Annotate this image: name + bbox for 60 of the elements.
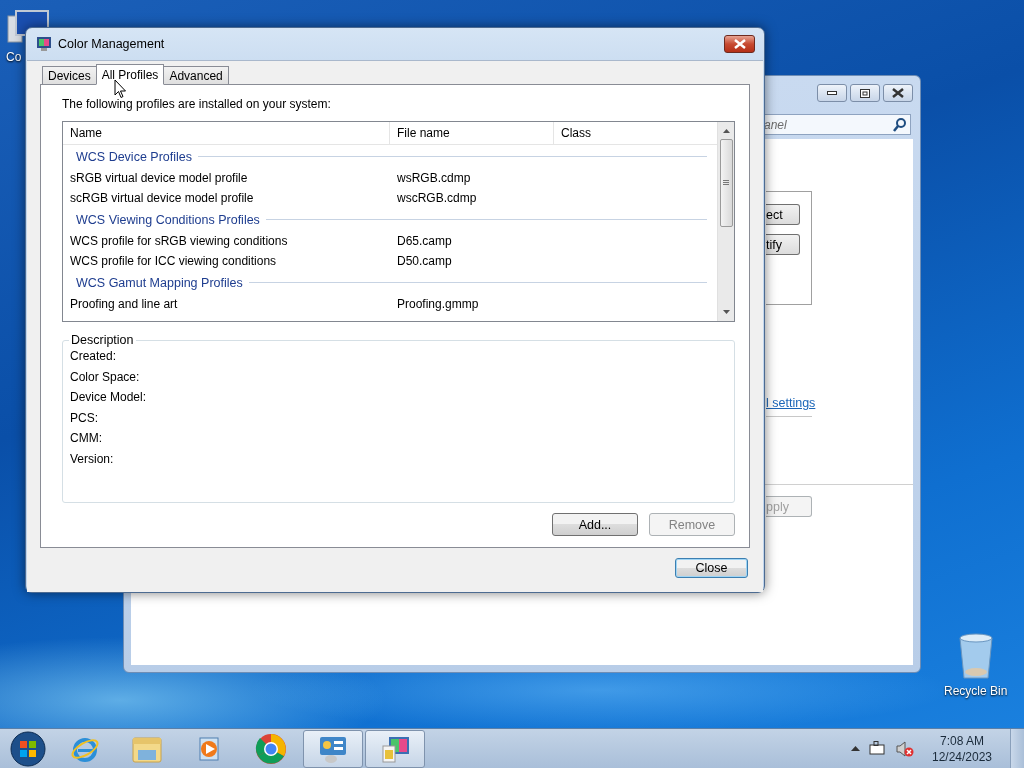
field-label: Color Space: — [70, 369, 141, 384]
scroll-down-icon — [722, 310, 730, 314]
dialog-button[interactable]: Add... — [552, 513, 638, 536]
taskbar-app-button[interactable] — [365, 729, 425, 768]
window-title: Color Management — [58, 37, 165, 51]
close-dialog-button[interactable]: Close — [675, 558, 748, 578]
start-button[interactable] — [9, 730, 46, 767]
tab[interactable]: Advanced — [163, 66, 229, 84]
group-title: Description — [70, 333, 135, 347]
field-label: Created: — [70, 349, 118, 363]
close-icon — [733, 39, 746, 49]
chrome-icon — [255, 732, 287, 765]
column-header[interactable]: Name — [63, 122, 390, 144]
panel-button[interactable]: ect — [766, 204, 800, 225]
file-name[interactable]: wscRGB.cdmp — [390, 191, 554, 205]
intro-text: The following profiles are installed on your system: — [62, 97, 332, 113]
profile-name[interactable]: WCS profile for sRGB viewing conditions — [63, 234, 390, 248]
minimize-icon — [827, 91, 837, 95]
search-placeholder: anel — [764, 117, 787, 132]
field-label: PCS: — [70, 410, 99, 425]
taskbar-app-button[interactable] — [303, 729, 363, 768]
scroll-up-icon — [722, 129, 730, 133]
file-name[interactable]: D50.camp — [390, 254, 554, 268]
file-name[interactable]: wsRGB.cdmp — [390, 171, 554, 185]
field-label: Version: — [70, 451, 115, 466]
scrollbar[interactable] — [717, 122, 734, 321]
maximize-button[interactable] — [850, 84, 880, 102]
search-field[interactable]: anel — [763, 114, 911, 135]
tab[interactable]: All Profiles — [95, 64, 165, 85]
grip-icon — [723, 180, 729, 186]
show-hidden-icons-icon[interactable] — [851, 746, 860, 751]
tab[interactable]: Devices — [42, 66, 97, 84]
profile-name[interactable]: Proofing and line art — [63, 297, 390, 311]
maximize-icon — [860, 88, 870, 98]
column-header[interactable]: File name — [390, 122, 554, 144]
field-label: Device Model: — [70, 390, 148, 405]
close-icon — [892, 88, 904, 98]
desktop-icon-label[interactable]: Recycle Bin — [944, 684, 1008, 698]
group-header: WCS Gamut Mapping Profiles — [76, 275, 243, 290]
minimize-button[interactable] — [817, 84, 847, 102]
muted-speaker-icon[interactable] — [896, 740, 914, 757]
field-label: CMM: — [70, 431, 103, 446]
clock-time: 7:08 AM — [940, 733, 984, 748]
group-header: WCS Device Profiles — [76, 149, 192, 164]
close-button[interactable] — [883, 84, 913, 102]
file-name[interactable]: D65.camp — [390, 234, 554, 248]
desktop-icon-label[interactable]: Co — [6, 50, 22, 64]
profile-name[interactable]: scRGB virtual device model profile — [63, 191, 390, 205]
profile-name[interactable]: WCS profile for ICC viewing conditions — [63, 254, 390, 268]
close-button[interactable] — [724, 35, 755, 53]
file-name[interactable]: Proofing.gmmp — [390, 297, 554, 311]
search-icon — [893, 117, 906, 132]
clock[interactable]: 7:08 AM 12/24/2023 — [923, 733, 1001, 764]
group-header: WCS Viewing Conditions Profiles — [76, 212, 260, 227]
network-icon[interactable] — [869, 740, 887, 757]
profile-name[interactable]: sRGB virtual device model profile — [63, 171, 390, 185]
monitor-icon — [36, 36, 52, 52]
panel-button[interactable]: tify — [766, 234, 800, 255]
clock-date: 12/24/2023 — [931, 749, 993, 764]
scroll-thumb[interactable] — [719, 139, 733, 227]
